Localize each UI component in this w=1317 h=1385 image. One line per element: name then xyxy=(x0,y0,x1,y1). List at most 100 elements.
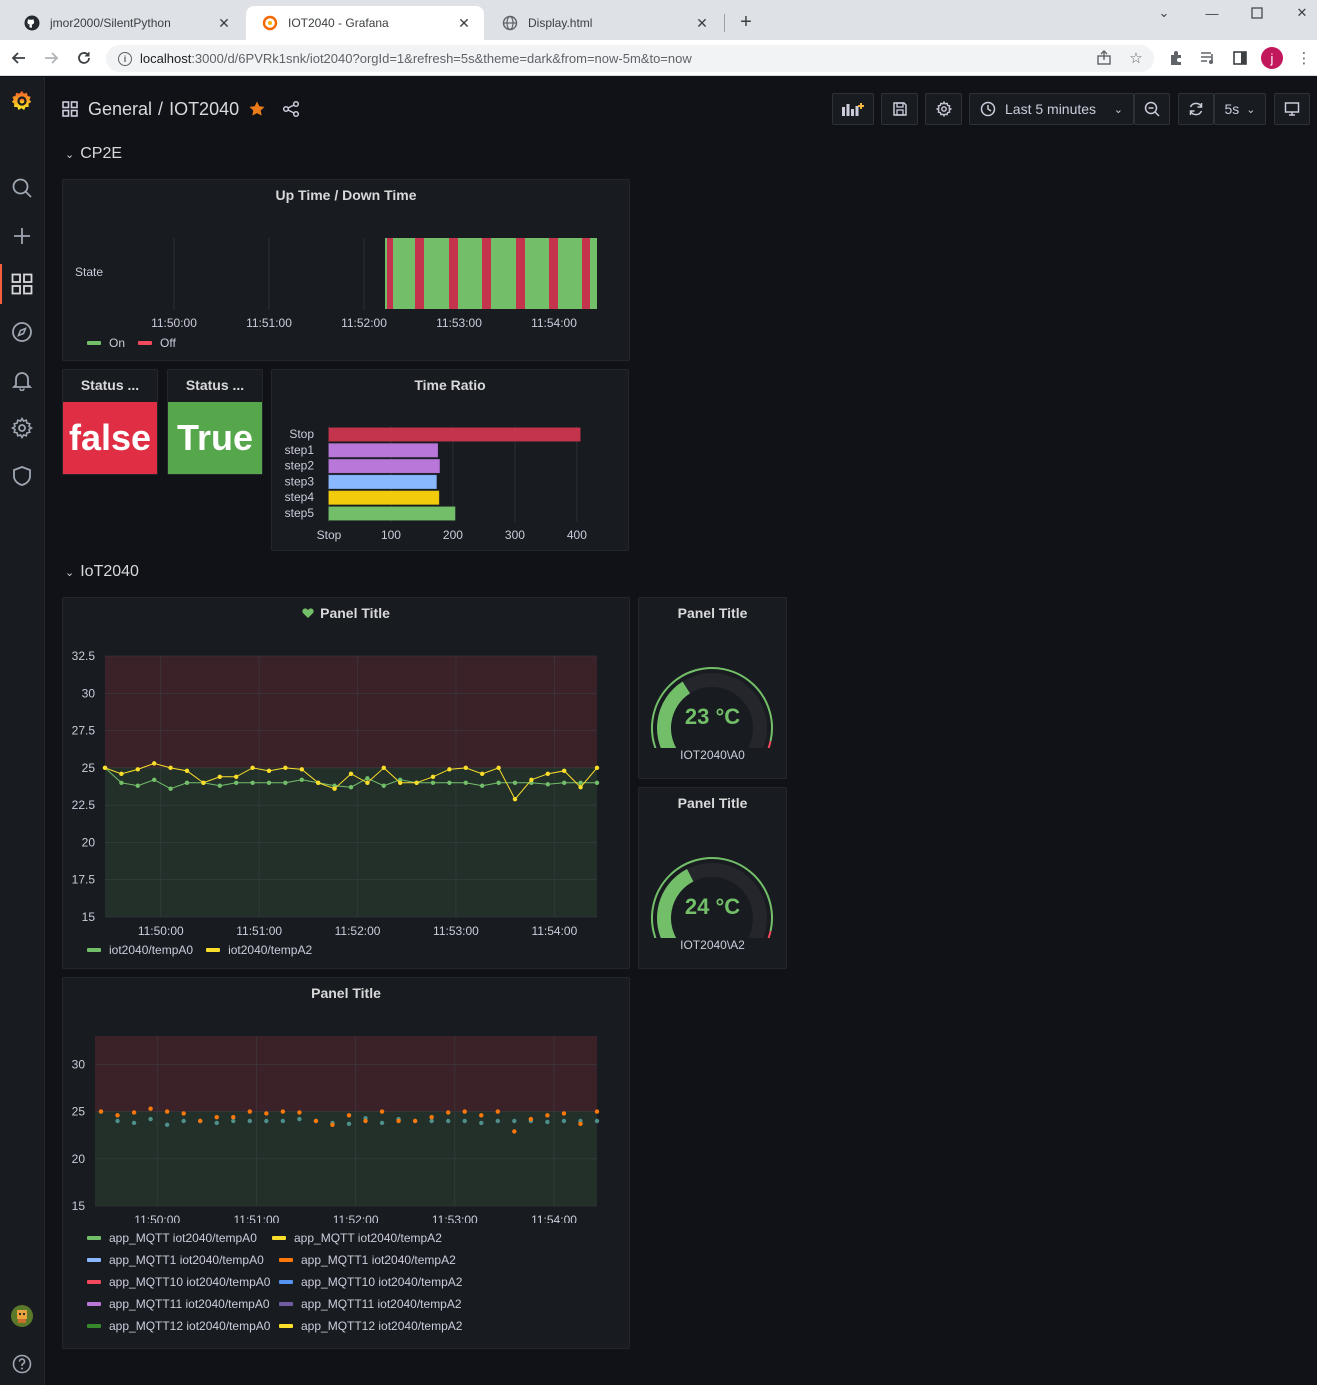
data-point xyxy=(578,785,583,790)
data-point xyxy=(119,771,124,777)
favorite-star-icon[interactable] xyxy=(248,100,266,118)
row-cp2e[interactable]: ⌄ CP2E xyxy=(65,145,122,163)
legend-item[interactable]: app_MQTT12 iot2040/tempA0 xyxy=(87,1319,270,1333)
refresh-interval-label: 5s xyxy=(1224,101,1240,117)
legend-label[interactable]: On xyxy=(109,336,125,350)
browser-tab-github[interactable]: jmor2000/SilentPython ✕ xyxy=(8,6,244,40)
data-point xyxy=(479,1120,484,1126)
status-panel-2[interactable]: Status ... True xyxy=(167,369,263,475)
x-tick-label: 11:51:00 xyxy=(246,316,292,330)
legend-item[interactable]: app_MQTT11 iot2040/tempA0 xyxy=(87,1297,270,1311)
configuration-gear-icon[interactable] xyxy=(10,416,34,440)
plus-icon[interactable] xyxy=(10,224,34,248)
data-point xyxy=(381,783,386,788)
x-tick-label: 11:50:00 xyxy=(134,1213,180,1223)
explore-compass-icon[interactable] xyxy=(10,320,34,344)
user-avatar[interactable] xyxy=(10,1304,34,1328)
legend-label[interactable]: Off xyxy=(160,336,176,350)
data-point xyxy=(463,765,468,771)
gauge-value: 23 °C xyxy=(684,704,741,729)
data-point xyxy=(250,780,255,785)
legend-item[interactable]: app_MQTT12 iot2040/tempA2 xyxy=(279,1319,462,1333)
help-icon[interactable] xyxy=(10,1352,34,1376)
dashboards-icon[interactable] xyxy=(10,272,34,296)
forward-icon[interactable] xyxy=(40,47,62,69)
data-point xyxy=(512,780,518,785)
minimize-icon[interactable]: — xyxy=(1200,4,1224,22)
legend-item[interactable]: app_MQTT iot2040/tempA2 xyxy=(272,1231,442,1245)
refresh-interval-picker[interactable]: 5s ⌄ xyxy=(1214,93,1266,125)
bookmark-star-icon[interactable]: ☆ xyxy=(1126,48,1146,68)
data-point xyxy=(562,768,567,774)
uptime-panel[interactable]: Up Time / Down Time State 11:50:00 11:51:0… xyxy=(62,179,630,361)
legend-item[interactable]: app_MQTT10 iot2040/tempA2 xyxy=(279,1275,462,1289)
tab-search-icon[interactable]: ⌄ xyxy=(1152,4,1176,22)
dashboard-title[interactable]: IOT2040 xyxy=(169,99,239,120)
mqtt-timeseries-panel[interactable]: Panel Title 30 25 20 15 11:50:00 11:51:00 11:5… xyxy=(62,977,630,1349)
site-info-icon[interactable]: i xyxy=(118,51,132,66)
cycle-view-mode-button[interactable] xyxy=(1274,93,1310,125)
alerting-bell-icon[interactable] xyxy=(10,368,34,392)
add-panel-button[interactable] xyxy=(832,93,874,125)
data-point xyxy=(168,786,173,791)
y-tick-label: 20 xyxy=(82,835,96,849)
url-input[interactable]: i localhost:3000/d/6PVRk1snk/iot2040?org… xyxy=(106,45,1154,72)
maximize-icon[interactable] xyxy=(1245,4,1269,22)
status-panel-1[interactable]: Status ... false xyxy=(62,369,158,475)
data-point xyxy=(429,1115,434,1120)
profile-avatar[interactable]: j xyxy=(1261,47,1283,69)
save-dashboard-button[interactable] xyxy=(881,93,918,125)
media-icon[interactable] xyxy=(1198,48,1218,68)
legend-swatch xyxy=(87,1280,101,1284)
grafana-logo-icon[interactable] xyxy=(10,89,34,113)
data-point xyxy=(496,780,501,785)
legend-label[interactable]: iot2040/tempA0 xyxy=(109,943,193,957)
x-tick-label: Stop xyxy=(317,528,342,542)
new-tab-button[interactable]: + xyxy=(735,11,757,33)
zoom-out-button[interactable] xyxy=(1134,93,1170,125)
extensions-icon[interactable] xyxy=(1166,48,1186,68)
breadcrumb-folder[interactable]: General xyxy=(88,99,152,120)
back-icon[interactable] xyxy=(8,47,30,69)
threshold-red-band xyxy=(95,1036,597,1112)
dashboard-settings-button[interactable] xyxy=(925,93,962,125)
data-point xyxy=(363,1118,368,1124)
y-tick-label: 25 xyxy=(82,761,96,775)
close-icon[interactable]: ✕ xyxy=(694,15,710,31)
legend-item[interactable]: app_MQTT1 iot2040/tempA2 xyxy=(279,1253,456,1267)
legend-label[interactable]: iot2040/tempA2 xyxy=(228,943,312,957)
url-host: localhost xyxy=(140,51,192,66)
reload-icon[interactable] xyxy=(73,47,95,69)
legend-item[interactable]: app_MQTT10 iot2040/tempA0 xyxy=(87,1275,270,1289)
time-range-picker[interactable]: Last 5 minutes ⌄ xyxy=(969,93,1134,125)
server-admin-shield-icon[interactable] xyxy=(10,464,34,488)
data-point xyxy=(594,780,600,785)
category-label: step4 xyxy=(285,490,315,504)
window-close-icon[interactable]: ✕ xyxy=(1290,4,1314,22)
refresh-dashboard-button[interactable] xyxy=(1178,93,1214,125)
search-icon[interactable] xyxy=(10,176,34,200)
gauge-panel-a2[interactable]: Panel Title 24 °C IOT2040\A2 xyxy=(638,787,787,969)
data-point xyxy=(115,1113,120,1118)
row-iot2040[interactable]: ⌄ IoT2040 xyxy=(65,563,139,581)
panel-title: Panel Title xyxy=(677,795,748,811)
close-icon[interactable]: ✕ xyxy=(456,15,472,31)
legend-item[interactable]: app_MQTT11 iot2040/tempA2 xyxy=(279,1297,462,1311)
browser-tab-grafana[interactable]: IOT2040 - Grafana ✕ xyxy=(246,6,484,40)
temperature-timeseries-panel[interactable]: Panel Title 32.5 30 27.5 25 22.5 20 17.5 15 11:5… xyxy=(62,597,630,969)
time-ratio-panel[interactable]: Time Ratio Stop step1 step2 step3 step4 step5… xyxy=(271,369,629,551)
share-icon[interactable] xyxy=(1094,48,1114,68)
side-panel-icon[interactable] xyxy=(1230,48,1250,68)
close-icon[interactable]: ✕ xyxy=(216,15,232,31)
share-dashboard-icon[interactable] xyxy=(282,100,300,118)
data-point xyxy=(234,774,239,780)
legend-item[interactable]: app_MQTT1 iot2040/tempA0 xyxy=(87,1253,264,1267)
category-label: step3 xyxy=(285,474,315,488)
state-off-segment xyxy=(482,238,491,309)
browser-menu-icon[interactable]: ⋮ xyxy=(1294,48,1314,68)
gauge-panel-a0[interactable]: Panel Title 23 °C IOT2040\A0 xyxy=(638,597,787,779)
legend-item[interactable]: app_MQTT iot2040/tempA0 xyxy=(87,1231,257,1245)
legend-swatch xyxy=(87,1258,101,1262)
y-tick-label: 30 xyxy=(72,1057,86,1071)
browser-tab-display[interactable]: Display.html ✕ xyxy=(486,6,722,40)
